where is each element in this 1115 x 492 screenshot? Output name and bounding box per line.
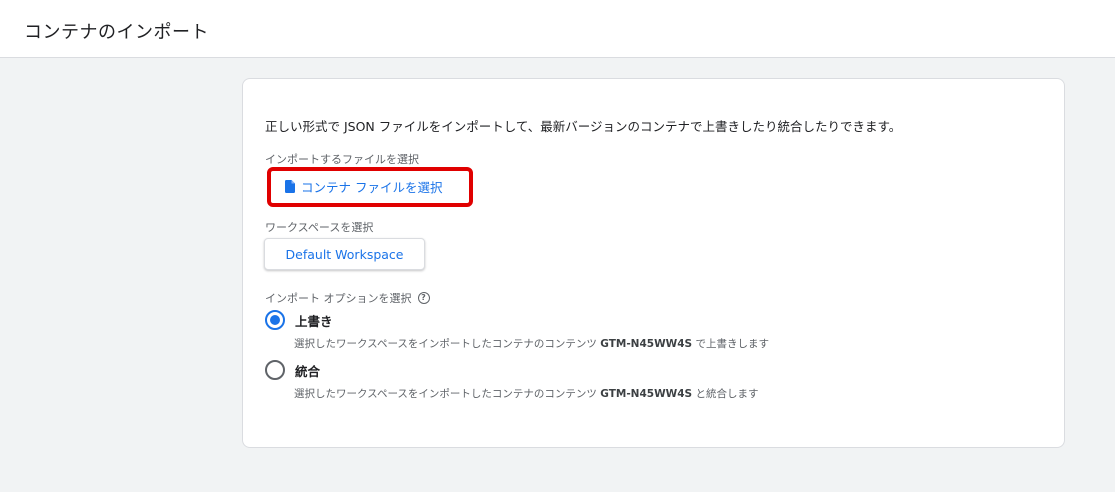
option-overwrite[interactable]: 上書き: [265, 310, 333, 330]
import-description: 正しい形式で JSON ファイルをインポートして、最新バージョンのコンテナで上書…: [265, 119, 902, 134]
options-section-label: インポート オプションを選択 ?: [265, 290, 430, 306]
merge-description: 選択したワークスペースをインポートしたコンテナのコンテンツ GTM-N45WW4…: [294, 388, 759, 400]
overwrite-label: 上書き: [295, 313, 333, 329]
workspace-select-button[interactable]: Default Workspace: [264, 238, 425, 270]
page-title: コンテナのインポート: [24, 22, 209, 43]
top-bar: コンテナのインポート: [0, 0, 1115, 58]
overwrite-radio[interactable]: [265, 310, 285, 330]
select-container-file-label: コンテナ ファイルを選択: [301, 179, 443, 195]
container-id: GTM-N45WW4S: [600, 338, 693, 350]
help-icon[interactable]: ?: [417, 292, 430, 304]
import-card: 正しい形式で JSON ファイルをインポートして、最新バージョンのコンテナで上書…: [242, 78, 1065, 448]
merge-radio[interactable]: [265, 360, 285, 380]
option-merge[interactable]: 統合: [265, 360, 320, 380]
workspace-section-label: ワークスペースを選択: [265, 221, 374, 234]
container-id: GTM-N45WW4S: [600, 388, 693, 400]
file-section-label: インポートするファイルを選択: [265, 153, 419, 166]
overwrite-description: 選択したワークスペースをインポートしたコンテナのコンテンツ GTM-N45WW4…: [294, 338, 769, 350]
merge-label: 統合: [295, 363, 321, 379]
options-label-text: インポート オプションを選択: [265, 292, 412, 305]
file-icon: [285, 179, 295, 193]
select-container-file-button[interactable]: コンテナ ファイルを選択: [285, 175, 442, 197]
